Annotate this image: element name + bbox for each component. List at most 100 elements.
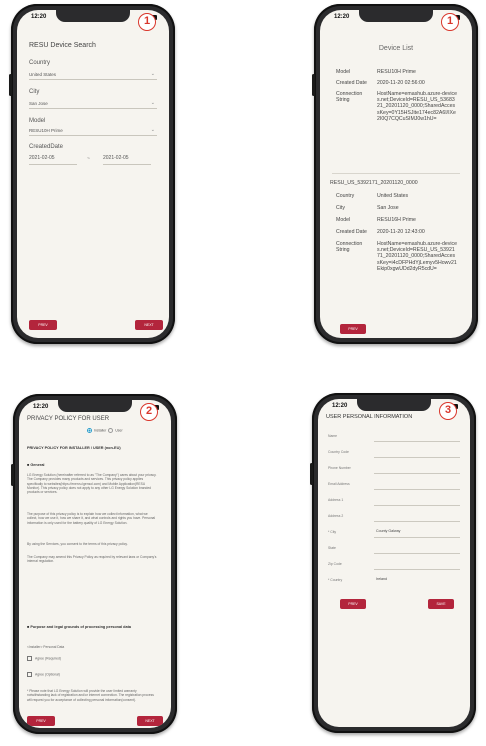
- agree-optional-label: Agree (Optional): [35, 672, 60, 677]
- city-value: San Jose: [29, 101, 48, 106]
- screen-device-list: 12:20 1 Device List Model RESU10H Prime …: [320, 10, 472, 338]
- screen-privacy-policy: 12:20 2 PRIVACY POLICY FOR USER Installe…: [19, 400, 171, 728]
- policy-paragraph: By using the Services, you consent to th…: [27, 542, 128, 546]
- date-separator: ~: [87, 156, 90, 162]
- date-to-input[interactable]: 2021-02-05: [103, 155, 151, 165]
- model-select[interactable]: RESU10H Prime ⌄: [29, 126, 157, 136]
- status-time: 12:20: [33, 404, 49, 410]
- country-label: Country: [29, 60, 51, 66]
- status-time: 12:20: [334, 14, 350, 20]
- installer-data-subheading: <Installer> Personal Data: [27, 645, 65, 649]
- divider: [332, 173, 460, 174]
- country-label: * Country: [328, 578, 343, 582]
- zip-code-label: Zip Code: [328, 562, 342, 566]
- phone-device-search: 12:20 1 RESU Device Search Country Unite…: [9, 4, 175, 344]
- city-input[interactable]: [374, 537, 460, 538]
- screen-device-search: 12:20 1 RESU Device Search Country Unite…: [17, 10, 169, 338]
- created-date-label: CreatedDate: [29, 144, 64, 150]
- agree-required-label: Agree (Required): [35, 656, 62, 661]
- radio-installer[interactable]: [87, 428, 92, 433]
- checkbox-box[interactable]: [27, 656, 32, 661]
- next-button[interactable]: NEXT: [137, 716, 163, 726]
- agree-optional-checkbox[interactable]: Agree (Optional): [27, 672, 60, 677]
- phone-user-info: 12:20 3 USER PERSONAL INFORMATION Name C…: [310, 393, 476, 733]
- zip-code-input[interactable]: [374, 569, 460, 570]
- page-title: PRIVACY POLICY FOR USER: [27, 416, 110, 422]
- user-type-radio-group: Installer User: [87, 428, 123, 433]
- chevron-down-icon: ⌄: [150, 127, 155, 133]
- warranty-note: * Please note that LG Energy Solution wi…: [27, 689, 154, 702]
- device-title[interactable]: RESU_US_5392171_20201120_0000: [330, 180, 418, 186]
- phone-notch: [56, 10, 130, 22]
- model-label: Model: [336, 69, 351, 75]
- name-label: Name: [328, 434, 338, 438]
- phone-notch: [359, 10, 433, 22]
- screen-user-info: 12:20 3 USER PERSONAL INFORMATION Name C…: [318, 399, 470, 727]
- country-value[interactable]: Ireland: [376, 577, 387, 581]
- city-label: City: [336, 205, 345, 211]
- state-label: State: [328, 546, 336, 550]
- general-heading: ■ General: [27, 463, 45, 467]
- email-input[interactable]: [374, 489, 460, 490]
- checkbox-box[interactable]: [27, 672, 32, 677]
- created-date-label: Created Date: [336, 80, 367, 86]
- country-code-label: Country Code: [328, 450, 349, 454]
- country-label: Country: [336, 193, 355, 199]
- page-title: RESU Device Search: [29, 42, 96, 49]
- city-label: City: [29, 89, 40, 95]
- prev-button[interactable]: PREV: [340, 324, 366, 334]
- policy-heading: PRIVACY POLICY FOR INSTALLER / USER (non…: [27, 446, 121, 450]
- page-title: Device List: [378, 45, 414, 52]
- country-select[interactable]: United States ⌄: [29, 68, 157, 80]
- city-select[interactable]: San Jose ⌄: [29, 97, 157, 109]
- phone-device-list: 12:20 1 Device List Model RESU10H Prime …: [312, 4, 478, 344]
- model-label: Model: [336, 217, 351, 223]
- state-input[interactable]: [374, 553, 460, 554]
- connection-string-value: HostName=emashub.azure-devices.net;Devic…: [377, 241, 458, 272]
- radio-installer-label: Installer: [94, 428, 107, 433]
- status-time: 12:20: [332, 403, 348, 409]
- phone-number-label: Phone Number: [328, 466, 351, 470]
- step-badge: 1: [441, 13, 459, 31]
- model-value: RESU10H Prime: [29, 128, 63, 133]
- prev-button[interactable]: PREV: [27, 716, 55, 726]
- city-value: San Jose: [377, 205, 399, 211]
- city-value[interactable]: County Galway: [376, 529, 400, 533]
- policy-paragraph: LG Energy Solution (hereinafter referred…: [27, 473, 157, 495]
- phone-privacy-policy: 12:20 2 PRIVACY POLICY FOR USER Installe…: [11, 394, 177, 734]
- step-badge: 3: [439, 402, 457, 420]
- connection-string-value: HostName=emashub.azure-devices.net;Devic…: [377, 91, 458, 122]
- status-time: 12:20: [31, 14, 47, 20]
- created-date-value: 2020-11-20 02:56:00: [377, 80, 425, 86]
- purpose-heading: ■ Purpose and legal grounds of processin…: [27, 625, 131, 629]
- email-label: Email Address: [328, 482, 350, 486]
- created-date-label: Created Date: [336, 229, 367, 235]
- prev-button[interactable]: PREV: [340, 599, 366, 609]
- radio-user[interactable]: [108, 428, 114, 433]
- save-button[interactable]: SAVE: [428, 599, 454, 609]
- phone-number-input[interactable]: [374, 473, 460, 474]
- agree-required-checkbox[interactable]: Agree (Required): [27, 656, 61, 661]
- radio-user-label: User: [115, 428, 123, 433]
- chevron-down-icon: ⌄: [150, 71, 155, 77]
- name-input[interactable]: [374, 441, 460, 442]
- address1-input[interactable]: [374, 505, 460, 506]
- chevron-down-icon: ⌄: [150, 100, 155, 106]
- prev-button[interactable]: PREV: [29, 320, 57, 330]
- country-code-input[interactable]: [374, 457, 460, 458]
- country-value: United States: [29, 72, 57, 77]
- next-button[interactable]: NEXT: [135, 320, 163, 330]
- address1-label: Address 1: [328, 498, 344, 502]
- country-value: United States: [377, 193, 409, 199]
- created-date-value: 2020-11-20 12:43:00: [377, 229, 425, 235]
- model-value: RESU16H Prime: [377, 217, 416, 223]
- address2-input[interactable]: [374, 521, 460, 522]
- phone-notch: [357, 399, 431, 411]
- step-badge: 2: [140, 403, 158, 421]
- address2-label: Address 2: [328, 514, 344, 518]
- date-from-input[interactable]: 2021-02-05: [29, 155, 77, 165]
- connection-string-label: Connection String: [336, 241, 363, 254]
- date-to-value: 2021-02-05: [103, 155, 129, 161]
- page-title: USER PERSONAL INFORMATION: [326, 414, 413, 420]
- phone-notch: [58, 400, 132, 412]
